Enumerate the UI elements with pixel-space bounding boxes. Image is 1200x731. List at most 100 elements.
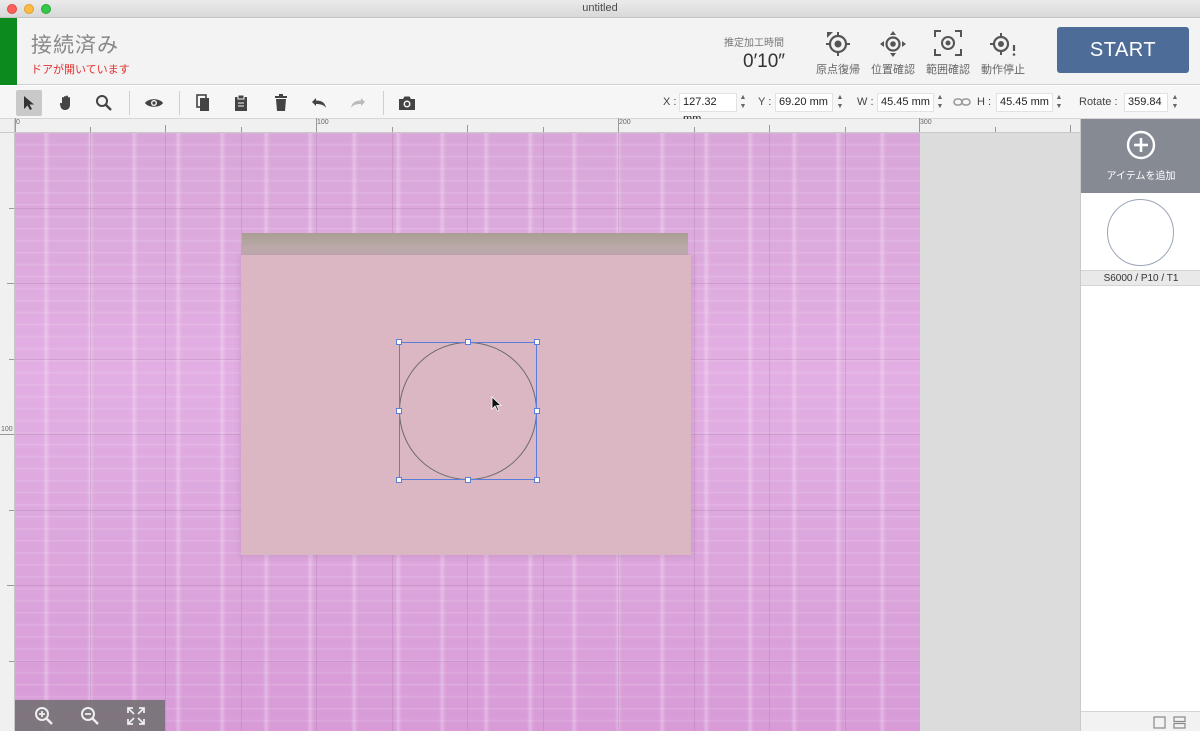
range-check-label: 範囲確認 [926,64,970,76]
resize-handle[interactable] [534,477,540,483]
left-ruler: 100 [0,133,15,731]
selection-box [399,342,537,480]
resize-handle[interactable] [465,339,471,345]
estimate-label: 推定加工時間 [724,38,784,49]
mouse-cursor-icon [491,396,503,412]
home-target-icon [826,32,850,56]
home-button[interactable]: 原点復帰 [810,27,866,79]
zoom-in-icon [35,707,53,725]
w-field[interactable]: 45.45 mm [877,93,934,112]
panel-footer [1081,711,1200,731]
stop-button-label: 動作停止 [981,64,1025,76]
grid-line [769,133,770,731]
ruler-tick [0,434,14,435]
resize-handle[interactable] [396,408,402,414]
preview-eye-icon [145,99,163,107]
x-stepper[interactable]: ▲ ▼ [739,93,747,112]
w-label: W : [857,96,874,108]
aspect-lock-button[interactable] [953,95,971,113]
y-field[interactable]: 69.20 mm [775,93,833,112]
zoom-out-button[interactable] [78,704,102,728]
header: 接続済み ドアが開いています 推定加工時間 0′10″ 原点復帰 位置確認 範囲… [0,18,1200,85]
item-thumbnail [1107,199,1174,266]
connection-status-indicator [0,18,17,85]
ruler-tick [7,585,14,586]
item-panel: アイテムを追加 S6000 / P10 / T1 [1080,119,1200,731]
rotate-field[interactable]: 359.84 [1124,93,1168,112]
ruler-tick [467,125,468,132]
estimate-time: 0′10″ [743,51,785,72]
ruler-tick [1070,125,1071,132]
fit-screen-button[interactable] [124,704,148,728]
ruler-corner [0,119,15,133]
top-ruler: 0 100 200 300 [15,118,1080,133]
zoom-out-icon [81,707,99,725]
ruler-label: 100 [317,119,329,126]
grid-line [165,133,166,731]
move-target-icon [880,31,906,57]
rotate-stepper[interactable]: ▲ ▼ [1171,93,1179,112]
undo-button[interactable] [306,90,332,116]
stop-button[interactable]: 動作停止 [975,27,1031,79]
fit-screen-icon [127,707,145,725]
zoom-in-button[interactable] [32,704,56,728]
resize-handle[interactable] [534,339,540,345]
grid-line [15,661,920,662]
redo-icon [351,98,365,108]
add-item-button[interactable]: アイテムを追加 [1081,119,1200,193]
connection-status: 接続済み [31,34,119,57]
delete-button[interactable] [268,90,294,116]
h-field[interactable]: 45.45 mm [996,93,1053,112]
ruler-tick [9,359,14,360]
toolbar: X : 127.32 mm ▲▼ Y : 69.20 mm ▲▼ W : 45.… [0,86,1200,125]
ruler-tick [618,118,619,132]
resize-handle[interactable] [396,477,402,483]
stop-target-icon [990,33,1016,56]
ruler-tick [15,118,16,132]
rotate-label: Rotate : [1079,96,1118,108]
single-view-icon[interactable] [1153,716,1166,729]
position-check-button[interactable]: 位置確認 [865,27,921,79]
select-tool-button[interactable] [16,90,42,116]
range-check-button[interactable]: 範囲確認 [920,27,976,79]
copy-icon [196,94,209,111]
grid-line [694,133,695,731]
copy-button[interactable] [190,90,216,116]
hand-tool-button[interactable] [54,90,80,116]
w-stepper[interactable]: ▲ ▼ [936,93,944,112]
zoom-icon [96,95,112,111]
resize-handle[interactable] [465,477,471,483]
y-stepper[interactable]: ▲ ▼ [836,93,844,112]
hand-pan-icon [59,95,70,110]
h-stepper[interactable]: ▲ ▼ [1055,93,1063,112]
split-view-icon[interactable] [1173,716,1186,729]
window-title: untitled [582,2,618,14]
canvas-workspace[interactable] [15,133,1080,731]
redo-button[interactable] [345,90,371,116]
title-bar: untitled [0,0,1200,18]
link-icon [953,98,971,106]
preview-button[interactable] [141,90,167,116]
ruler-tick [769,125,770,132]
start-button[interactable]: START [1057,27,1189,73]
camera-button[interactable] [394,90,420,116]
frame-target-icon [934,30,962,56]
home-button-label: 原点復帰 [816,64,860,76]
ruler-tick [7,283,14,284]
design-object-circle[interactable] [396,339,540,483]
ruler-tick [694,127,695,132]
ruler-tick [90,127,91,132]
resize-handle[interactable] [534,408,540,414]
resize-handle[interactable] [396,339,402,345]
ruler-tick [9,208,14,209]
paste-button[interactable] [228,90,254,116]
zoom-tool-button[interactable] [91,90,117,116]
x-label: X : [663,96,677,108]
position-check-label: 位置確認 [871,64,915,76]
ruler-tick [241,127,242,132]
y-label: Y : [758,96,772,108]
toolbar-divider [383,91,384,115]
list-item[interactable]: S6000 / P10 / T1 [1081,194,1200,286]
x-field[interactable]: 127.32 mm [679,93,737,125]
grid-line [90,133,91,731]
